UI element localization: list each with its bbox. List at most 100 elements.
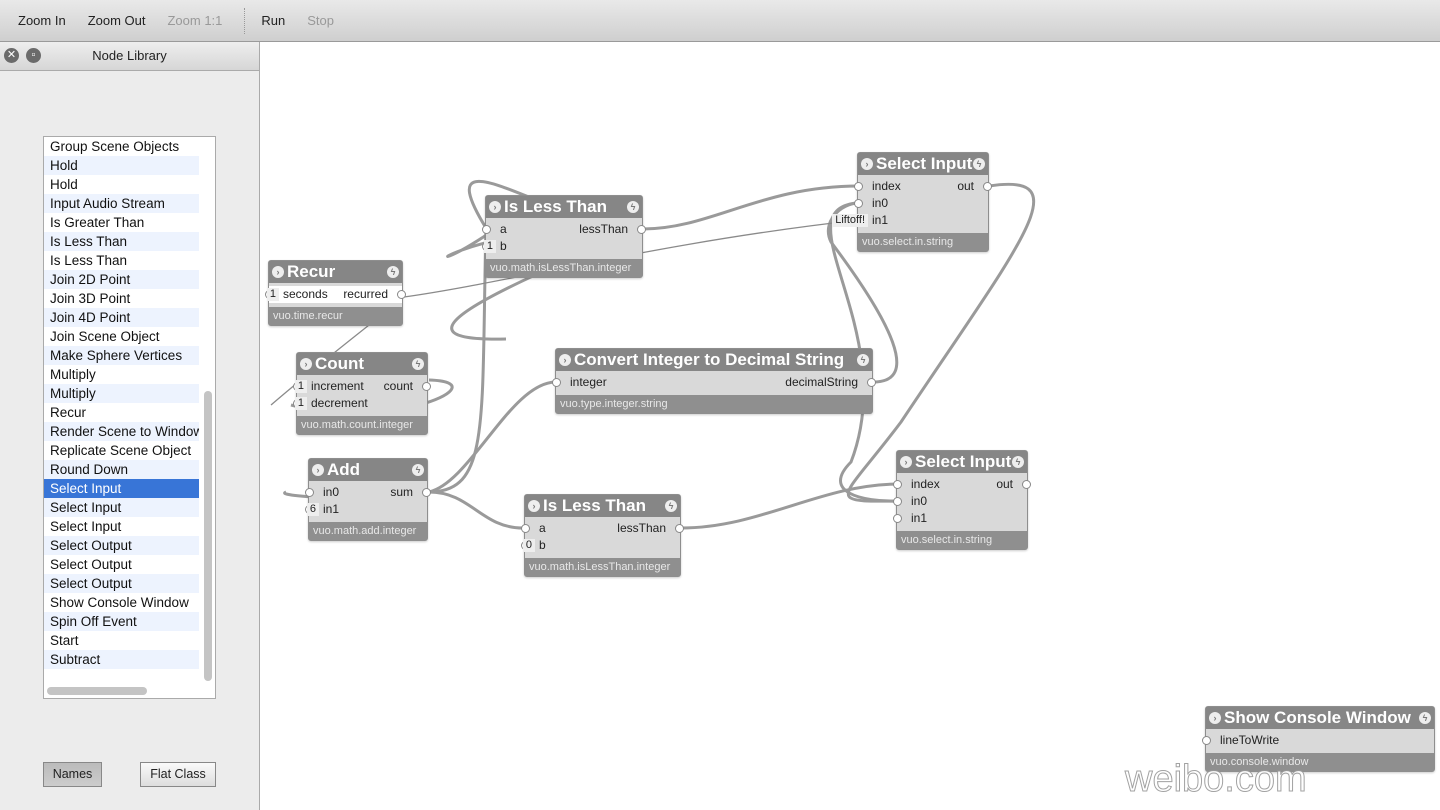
node-title-bar[interactable]: › Count ϟ [297,353,427,375]
node-is-less-than[interactable]: › Is Less Than ϟ a lessThan 0 b vuo.math.isLess… [521,494,684,577]
composition-canvas[interactable]: › Recur ϟ 1 seconds recurred vuo.time.recur › Co… [261,42,1440,810]
node-select-input[interactable]: › Select Input ϟ index out in0 Liftoff! in1 vuo.… [832,152,992,252]
constant-value[interactable]: 1 [294,397,307,410]
node-list-item[interactable]: Select Output [44,536,199,555]
node-list-item[interactable]: Input Audio Stream [44,194,199,213]
vertical-scrollbar[interactable] [204,391,212,681]
node-count[interactable]: › Count ϟ 1 increment count 1 decrement vuo.math… [293,352,431,435]
refresh-port-icon[interactable]: › [272,266,284,278]
node-list-item[interactable]: Round Down [44,460,199,479]
node-list-item[interactable]: Subtract [44,650,199,669]
names-button[interactable]: Names [43,762,102,787]
node-list-item[interactable]: Select Input [44,498,199,517]
refresh-port-icon[interactable]: › [900,456,912,468]
close-icon[interactable]: ✕ [4,48,19,63]
node-list-item[interactable]: Hold [44,156,199,175]
input-port[interactable] [305,488,314,497]
zoom-out-button[interactable]: Zoom Out [88,13,146,28]
constant-value[interactable]: 1 [294,380,307,393]
port-row: 1 increment count [293,378,431,395]
refresh-port-icon[interactable]: › [489,201,501,213]
window-icon[interactable]: ▫ [26,48,41,63]
output-port[interactable] [675,524,684,533]
node-list-item[interactable]: Multiply [44,384,199,403]
event-throttle-icon: ϟ [1012,456,1024,468]
input-port[interactable] [552,378,561,387]
node-list-item[interactable]: Start [44,631,199,650]
node-list-item[interactable]: Recur [44,403,199,422]
output-port[interactable] [1022,480,1031,489]
port-row: 0b [521,537,680,554]
refresh-port-icon[interactable]: › [559,354,571,366]
zoom-in-button[interactable]: Zoom In [18,13,66,28]
output-port[interactable] [422,488,431,497]
node-title-bar[interactable]: › Select Input ϟ [897,451,1027,473]
output-port[interactable] [637,225,646,234]
node-list-item[interactable]: Spin Off Event [44,612,199,631]
node-title-bar[interactable]: › Show Console Window ϟ [1206,707,1434,729]
node-list-item[interactable]: Replicate Scene Object [44,441,199,460]
output-port[interactable] [397,290,406,299]
node-recur[interactable]: › Recur ϟ 1 seconds recurred vuo.time.recur [265,260,406,326]
horizontal-scrollbar[interactable] [47,687,147,695]
port-row: in0 [854,195,988,212]
output-port[interactable] [867,378,876,387]
node-list-item[interactable]: Join Scene Object [44,327,199,346]
input-port[interactable] [1202,736,1211,745]
node-list-item[interactable]: Multiply [44,365,199,384]
input-port[interactable] [893,497,902,506]
input-port[interactable] [893,514,902,523]
input-port[interactable] [521,524,530,533]
output-port-label: lessThan [579,222,628,236]
refresh-port-icon[interactable]: › [1209,712,1221,724]
node-list[interactable]: Group Scene Objects Hold Hold Input Audio S… [43,136,216,699]
node-list-item[interactable]: Hold [44,175,199,194]
run-button[interactable]: Run [261,13,285,28]
input-port-label: increment [311,379,364,393]
node-list-item[interactable]: Join 4D Point [44,308,199,327]
constant-value[interactable]: 1 [483,240,496,253]
input-port[interactable] [893,480,902,489]
node-list-item[interactable]: Is Less Than [44,232,199,251]
node-title-bar[interactable]: › Is Less Than ϟ [486,196,642,218]
node-title-bar[interactable]: › Select Input ϟ [858,153,988,175]
output-port[interactable] [422,382,431,391]
node-list-item[interactable]: Select Input [44,517,199,536]
node-list-item[interactable]: Select Output [44,574,199,593]
node-title-bar[interactable]: › Add ϟ [309,459,427,481]
constant-value[interactable]: 0 [522,539,535,552]
node-list-item[interactable]: Is Greater Than [44,213,199,232]
input-port[interactable] [482,225,491,234]
node-add[interactable]: › Add ϟ in0 sum 6 in1 vuo.math.add.integer [305,458,431,541]
node-list-item[interactable]: Render Scene to Window [44,422,199,441]
node-title-bar[interactable]: › Is Less Than ϟ [525,495,680,517]
node-is-less-than[interactable]: › Is Less Than ϟ a lessThan 1 b vuo.math.isLess… [482,195,646,278]
refresh-port-icon[interactable]: › [312,464,324,476]
output-port[interactable] [983,182,992,191]
refresh-port-icon[interactable]: › [861,158,873,170]
node-title: Convert Integer to Decimal String [574,350,845,369]
input-port[interactable] [854,199,863,208]
input-port[interactable] [854,182,863,191]
node-list-item[interactable]: Is Less Than [44,251,199,270]
node-list-item[interactable]: Make Sphere Vertices [44,346,199,365]
node-list-item[interactable]: Group Scene Objects [44,137,199,156]
flat-class-button[interactable]: Flat Class [140,762,216,787]
node-list-item[interactable]: Join 3D Point [44,289,199,308]
port-row: a lessThan [482,221,646,238]
node-title-bar[interactable]: › Recur ϟ [269,261,402,283]
node-list-item[interactable]: Join 2D Point [44,270,199,289]
node-select-input[interactable]: › Select Input ϟ index out in0 in1 vuo.select.i… [893,450,1031,550]
node-title-bar[interactable]: › Convert Integer to Decimal String ϟ [556,349,872,371]
refresh-port-icon[interactable]: › [528,500,540,512]
node-class-name: vuo.type.integer.string [556,395,872,413]
node-list-item[interactable]: Select Output [44,555,199,574]
constant-value[interactable]: 1 [266,288,279,301]
event-throttle-icon: ϟ [412,464,424,476]
node-convert-integer-to-decimal-string[interactable]: › Convert Integer to Decimal String ϟ integ… [552,348,876,414]
node-list-item[interactable]: Select Input [44,479,199,498]
refresh-port-icon[interactable]: › [300,358,312,370]
constant-value[interactable]: Liftoff! [832,214,868,227]
constant-value[interactable]: 6 [306,503,319,516]
node-list-item[interactable]: Show Console Window [44,593,199,612]
